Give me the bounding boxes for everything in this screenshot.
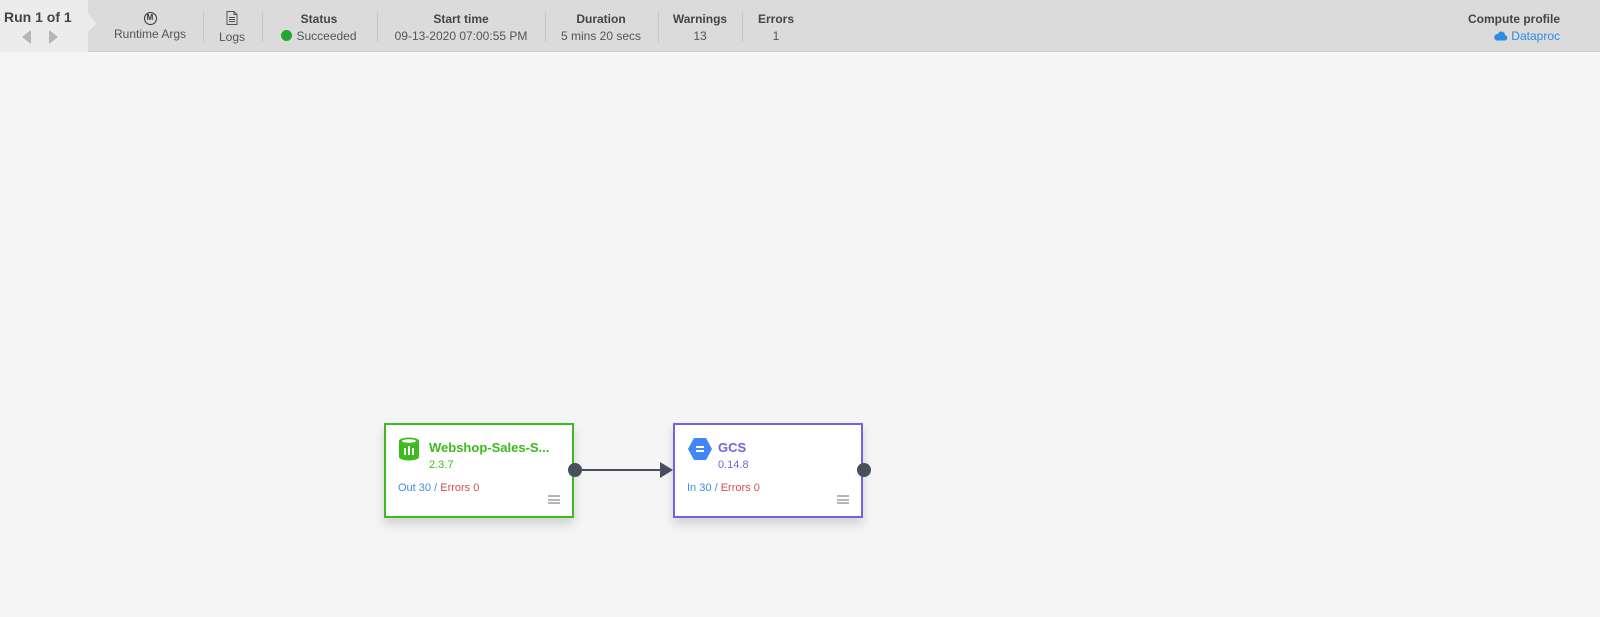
source-node[interactable]: Webshop-Sales-S... 2.3.7 Out 30 / Errors… — [384, 423, 574, 518]
node-version: 2.3.7 — [429, 459, 454, 471]
records-in-label: In — [687, 482, 697, 494]
node-errors-label: Errors — [440, 482, 471, 494]
metric-separator: / — [434, 482, 438, 494]
gcs-hexagon-icon — [687, 437, 713, 466]
node-metrics: In 30 / Errors 0 — [687, 482, 760, 494]
node-metrics: Out 30 / Errors 0 — [398, 482, 479, 494]
metric-separator: / — [714, 482, 718, 494]
records-out-value: 30 — [418, 482, 432, 494]
database-icon — [398, 437, 420, 466]
node-errors-label: Errors — [720, 482, 751, 494]
records-in-value: 30 — [699, 482, 712, 494]
node-errors-value: 0 — [753, 482, 760, 494]
sink-node[interactable]: GCS 0.14.8 In 30 / Errors 0 — [673, 423, 863, 518]
node-menu-icon[interactable] — [548, 495, 560, 504]
node-version: 0.14.8 — [718, 459, 749, 471]
node-name: GCS — [718, 440, 747, 455]
node-errors-value: 0 — [473, 482, 480, 494]
records-out-label: Out — [398, 482, 416, 494]
connection-arrowhead-icon — [660, 462, 673, 478]
sink-output-endpoint[interactable] — [857, 463, 871, 477]
source-output-endpoint[interactable] — [568, 463, 582, 477]
node-menu-icon[interactable] — [837, 495, 849, 504]
node-name: Webshop-Sales-S... — [429, 440, 550, 455]
pipeline-connection — [581, 462, 673, 478]
